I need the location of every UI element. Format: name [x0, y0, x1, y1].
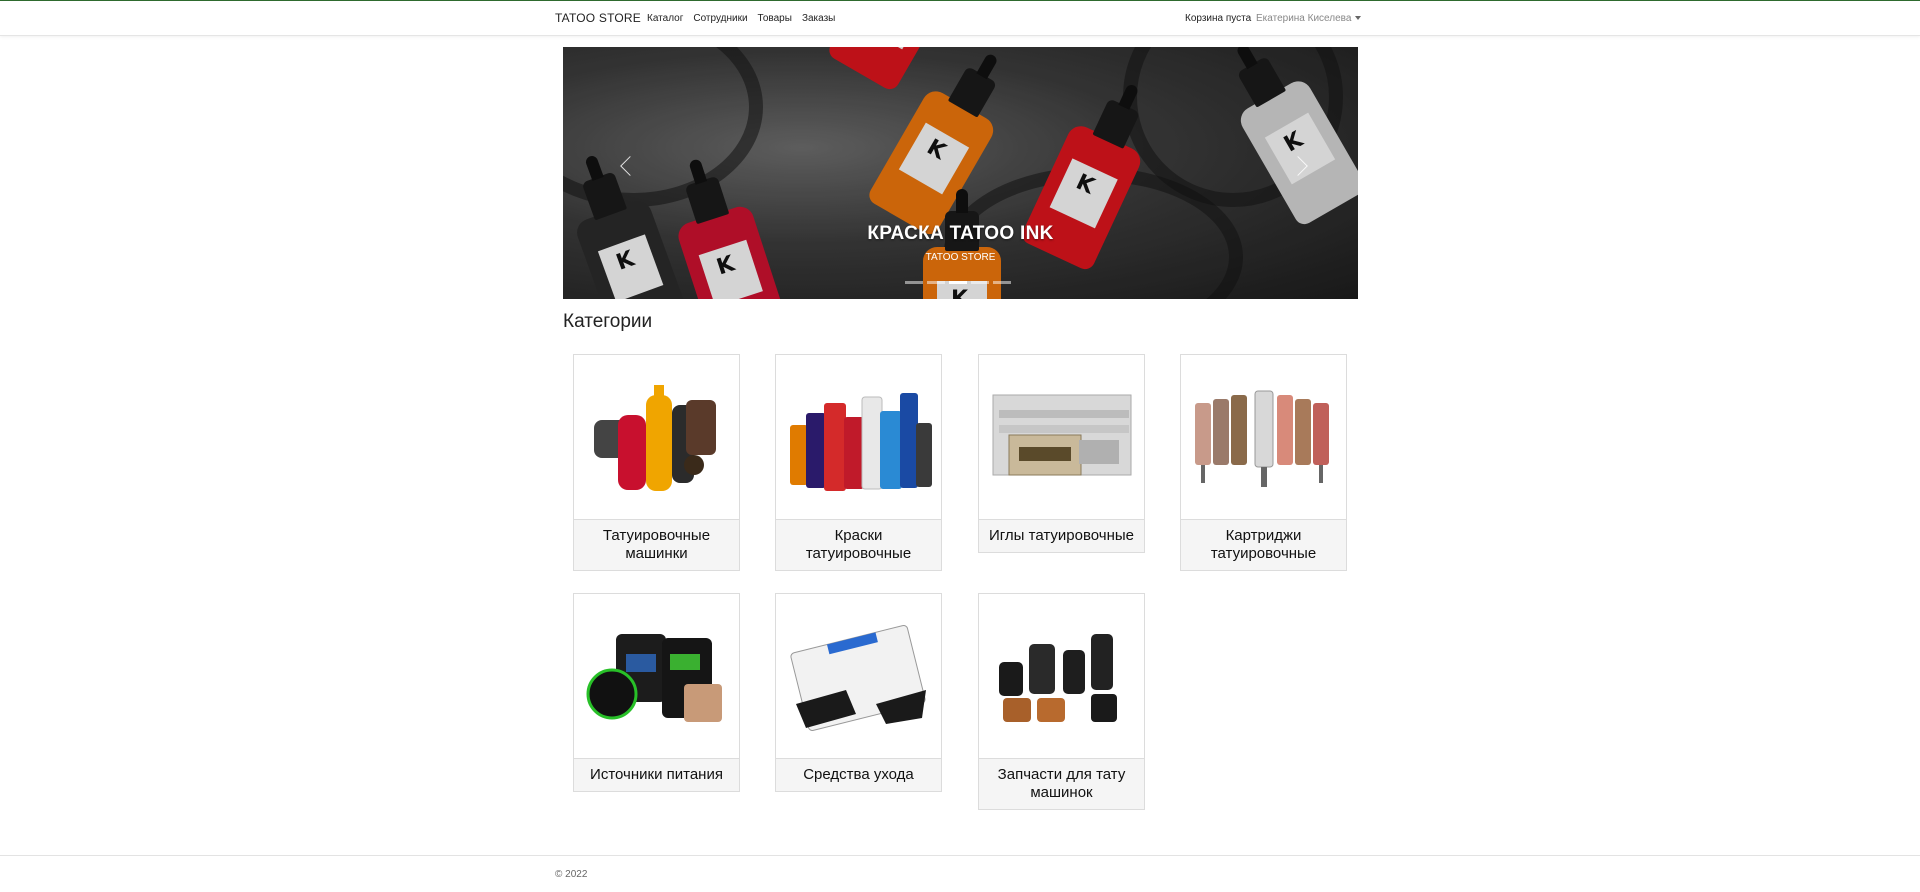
- category-card-tattoo-machines[interactable]: Татуировочные машинки: [573, 354, 740, 571]
- category-label: Средства ухода: [776, 759, 941, 791]
- category-label: Краски татуировочные: [776, 520, 941, 570]
- carousel-title: КРАСКА TATOO INK: [867, 223, 1054, 244]
- category-card-machine-parts[interactable]: Запчасти для тату машинок: [978, 593, 1145, 810]
- cart-link[interactable]: Корзина пуста: [1185, 13, 1251, 24]
- carousel-indicator[interactable]: [905, 281, 923, 284]
- category-card-care-products[interactable]: Средства ухода: [775, 593, 942, 792]
- carousel-caption: КРАСКА TATOO INK TATOO STORE: [563, 223, 1358, 263]
- tattoo-machines-image: [574, 355, 739, 520]
- category-card-tattoo-inks[interactable]: Краски татуировочные: [775, 354, 942, 571]
- tattoo-inks-image: [776, 355, 941, 520]
- user-dropdown[interactable]: Екатерина Киселева: [1256, 13, 1362, 24]
- carousel-indicators: [905, 281, 1011, 284]
- carousel-subtitle: TATOO STORE: [925, 252, 996, 263]
- carousel-indicator[interactable]: [927, 281, 945, 284]
- navbar: TATOO STORE Каталог Сотрудники Товары За…: [0, 1, 1920, 36]
- nav-link-catalog[interactable]: Каталог: [647, 13, 683, 24]
- hero-carousel[interactable]: КРАСКА TATOO INK TATOO STORE: [563, 47, 1358, 299]
- user-name: Екатерина Киселева: [1256, 13, 1352, 24]
- brand-link[interactable]: TATOO STORE: [555, 11, 641, 25]
- carousel-indicator[interactable]: [993, 281, 1011, 284]
- category-label: Иглы татуировочные: [979, 520, 1144, 552]
- category-label: Татуировочные машинки: [574, 520, 739, 570]
- nav-link-orders[interactable]: Заказы: [802, 13, 835, 24]
- carousel-indicator[interactable]: [971, 281, 989, 284]
- category-card-tattoo-needles[interactable]: Иглы татуировочные: [978, 354, 1145, 553]
- category-card-power-supplies[interactable]: Источники питания: [573, 593, 740, 792]
- carousel-indicator[interactable]: [949, 281, 967, 284]
- nav-link-products[interactable]: Товары: [758, 13, 792, 24]
- category-label: Запчасти для тату машинок: [979, 759, 1144, 809]
- power-supplies-image: [574, 594, 739, 759]
- footer-divider: [0, 855, 1920, 856]
- nav-links: Каталог Сотрудники Товары Заказы: [647, 13, 835, 24]
- category-card-tattoo-cartridges[interactable]: Картриджи татуировочные: [1180, 354, 1347, 571]
- tattoo-needles-image: [979, 355, 1144, 520]
- categories-title: Категории: [563, 311, 653, 332]
- tattoo-cartridges-image: [1181, 355, 1346, 520]
- nav-link-employees[interactable]: Сотрудники: [693, 13, 747, 24]
- category-label: Картриджи татуировочные: [1181, 520, 1346, 570]
- chevron-down-icon: [1355, 16, 1362, 21]
- care-products-image: [776, 594, 941, 759]
- footer-copyright: © 2022: [555, 869, 588, 880]
- machine-parts-image: [979, 594, 1144, 759]
- category-label: Источники питания: [574, 759, 739, 791]
